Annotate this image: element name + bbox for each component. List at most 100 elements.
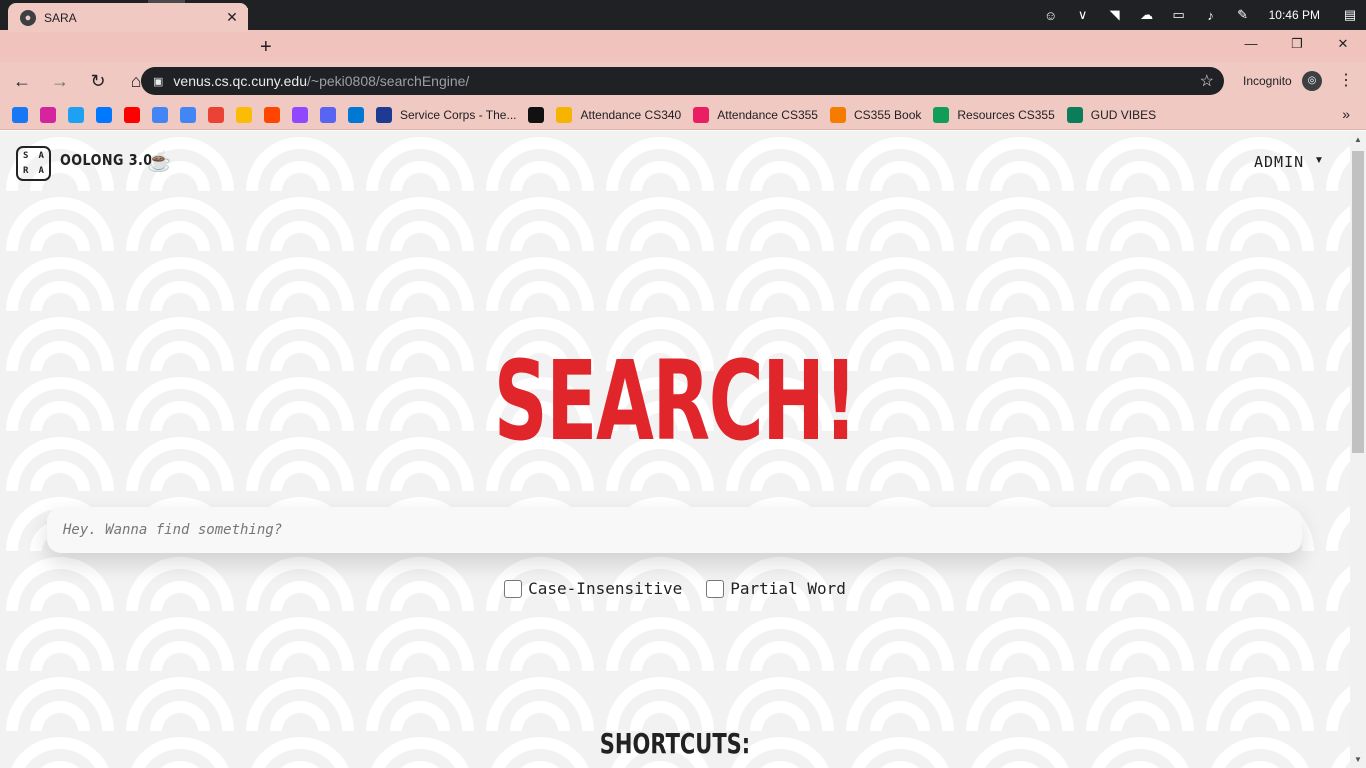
bookmark-item[interactable]: Resources CS355 bbox=[933, 106, 1055, 123]
logo-letter: A bbox=[38, 151, 44, 161]
bookmark-label: CS355 Book bbox=[853, 107, 922, 122]
volume-icon[interactable]: ♪ bbox=[1195, 8, 1227, 23]
scroll-up-icon[interactable]: ▲ bbox=[1354, 135, 1362, 144]
bookmark-item[interactable] bbox=[264, 106, 280, 123]
bookmark-item[interactable] bbox=[528, 106, 545, 123]
address-bar[interactable]: ▣ venus.cs.qc.cuny.edu/~peki0808/searchE… bbox=[141, 67, 1224, 95]
onedrive-icon[interactable]: ☁ bbox=[1131, 7, 1163, 23]
bookmark-item[interactable] bbox=[152, 106, 168, 123]
forward-button[interactable]: → bbox=[44, 71, 76, 92]
bookmark-label: GUD VIBES bbox=[1090, 107, 1157, 122]
new-tab-button[interactable]: + bbox=[260, 36, 272, 59]
bookmark-item[interactable] bbox=[236, 106, 252, 123]
shortcuts-heading: SHORTCUTS: bbox=[599, 727, 751, 760]
tab-title: SARA bbox=[44, 10, 77, 25]
clock[interactable]: 10:46 PM bbox=[1259, 8, 1334, 22]
gmail-icon bbox=[208, 106, 224, 123]
page-scrollbar[interactable]: ▲ ▼ bbox=[1350, 131, 1366, 768]
browser-toolbar: ← → ↻ ⌂ ▣ venus.cs.qc.cuny.edu/~peki0808… bbox=[0, 62, 1366, 100]
system-tray: ☺ ∨ ◥ ☁ ▭ ♪ ✎ 10:46 PM ▤ bbox=[1035, 0, 1366, 30]
instagram-icon bbox=[40, 106, 56, 123]
url-path: /~peki0808/searchEngine/ bbox=[307, 73, 470, 89]
notifications-icon[interactable]: ▤ bbox=[1334, 7, 1366, 23]
bookmark-item[interactable] bbox=[68, 106, 84, 123]
sara-logo[interactable]: S A R A bbox=[16, 146, 51, 181]
minimize-button[interactable]: — bbox=[1228, 30, 1274, 62]
battery-icon[interactable]: ▭ bbox=[1163, 7, 1195, 23]
caret-down-icon[interactable]: ▼ bbox=[1314, 155, 1324, 166]
brand-name[interactable]: OOLONG 3.0 bbox=[60, 151, 153, 169]
youtube-icon bbox=[124, 106, 140, 123]
twitch-icon bbox=[292, 106, 308, 123]
attendance-icon bbox=[556, 106, 573, 123]
bookmark-star-icon[interactable]: ☆ bbox=[1200, 71, 1214, 91]
bookmark-label: Service Corps - The... bbox=[400, 107, 517, 122]
case-insensitive-checkbox[interactable] bbox=[504, 579, 523, 598]
tea-cup-icon: ☕ bbox=[147, 151, 172, 173]
scroll-down-icon[interactable]: ▼ bbox=[1354, 755, 1362, 764]
partial-word-checkbox[interactable] bbox=[706, 579, 725, 598]
bookmark-item[interactable] bbox=[208, 106, 224, 123]
bookmark-label: Resources CS355 bbox=[957, 107, 1055, 122]
scrollbar-thumb[interactable] bbox=[1352, 151, 1364, 453]
reddit-icon bbox=[264, 106, 280, 123]
twitter-icon bbox=[68, 106, 84, 123]
page-content: S A R A OOLONG 3.0 ☕ ADMIN ▼ SEARCH! Cas… bbox=[0, 131, 1350, 768]
search-box bbox=[47, 507, 1302, 553]
more-bookmarks-icon[interactable]: » bbox=[1342, 106, 1350, 122]
messenger-icon bbox=[96, 106, 112, 123]
search-options: Case-Insensitive Partial Word bbox=[0, 579, 1350, 598]
bookmark-item[interactable]: CS355 Book bbox=[829, 106, 922, 123]
bookmark-item[interactable]: Service Corps - The... bbox=[376, 106, 517, 123]
bookmark-label: Attendance CS340 bbox=[580, 107, 682, 122]
pen-icon[interactable]: ✎ bbox=[1227, 7, 1259, 23]
lock-icon[interactable]: ▣ bbox=[153, 75, 163, 88]
quizlet-icon bbox=[528, 106, 545, 123]
menu-icon[interactable]: ⋮ bbox=[1338, 70, 1354, 90]
partial-word-option[interactable]: Partial Word bbox=[706, 579, 846, 598]
wifi-icon[interactable]: ◥ bbox=[1099, 7, 1131, 23]
outlook-icon bbox=[348, 106, 364, 123]
bookmark-item[interactable] bbox=[40, 106, 56, 123]
bookmark-item[interactable] bbox=[292, 106, 308, 123]
search-input[interactable] bbox=[47, 507, 1302, 553]
reload-button[interactable]: ↻ bbox=[82, 71, 114, 92]
bookmark-item[interactable]: Attendance CS355 bbox=[693, 106, 818, 123]
user-menu[interactable]: ADMIN bbox=[1254, 153, 1304, 171]
docs-icon bbox=[152, 106, 168, 123]
tab-strip bbox=[0, 30, 1366, 62]
bookmark-item[interactable] bbox=[96, 106, 112, 123]
bookmark-item[interactable] bbox=[12, 106, 28, 123]
incognito-icon[interactable]: ◎ bbox=[1302, 71, 1322, 91]
window-controls: — ❐ ✕ bbox=[1228, 30, 1366, 62]
browser-tab[interactable]: ● SARA ✕ bbox=[8, 3, 248, 32]
zybooks-icon bbox=[829, 106, 846, 123]
globe-icon: ● bbox=[20, 9, 36, 26]
logo-letter: A bbox=[38, 166, 44, 176]
incognito-label: Incognito bbox=[1243, 74, 1292, 88]
case-insensitive-label: Case-Insensitive bbox=[528, 579, 683, 598]
bookmark-item[interactable] bbox=[320, 106, 336, 123]
chevron-up-icon[interactable]: ∨ bbox=[1067, 7, 1099, 23]
close-window-button[interactable]: ✕ bbox=[1320, 30, 1366, 62]
gud-vibes-icon bbox=[1066, 106, 1083, 123]
back-button[interactable]: ← bbox=[6, 71, 38, 92]
restore-button[interactable]: ❐ bbox=[1274, 30, 1320, 62]
calendar-icon bbox=[180, 106, 196, 123]
discord-icon bbox=[320, 106, 336, 123]
people-icon[interactable]: ☺ bbox=[1035, 8, 1067, 23]
close-tab-icon[interactable]: ✕ bbox=[224, 9, 240, 26]
bookmark-item[interactable] bbox=[348, 106, 364, 123]
case-insensitive-option[interactable]: Case-Insensitive bbox=[504, 579, 682, 598]
logo-letter: S bbox=[23, 151, 29, 161]
bookmark-item[interactable] bbox=[124, 106, 140, 123]
bookmark-item[interactable] bbox=[180, 106, 196, 123]
service-corps-icon bbox=[376, 106, 392, 123]
photos-icon bbox=[236, 106, 252, 123]
bookmarks-bar: Service Corps - The... Attendance CS340 At… bbox=[0, 100, 1366, 130]
partial-word-label: Partial Word bbox=[730, 579, 846, 598]
facebook-icon bbox=[12, 106, 28, 123]
bookmark-item[interactable]: Attendance CS340 bbox=[556, 106, 682, 123]
bookmark-item[interactable]: GUD VIBES bbox=[1066, 106, 1157, 123]
page-title: SEARCH! bbox=[493, 337, 858, 465]
